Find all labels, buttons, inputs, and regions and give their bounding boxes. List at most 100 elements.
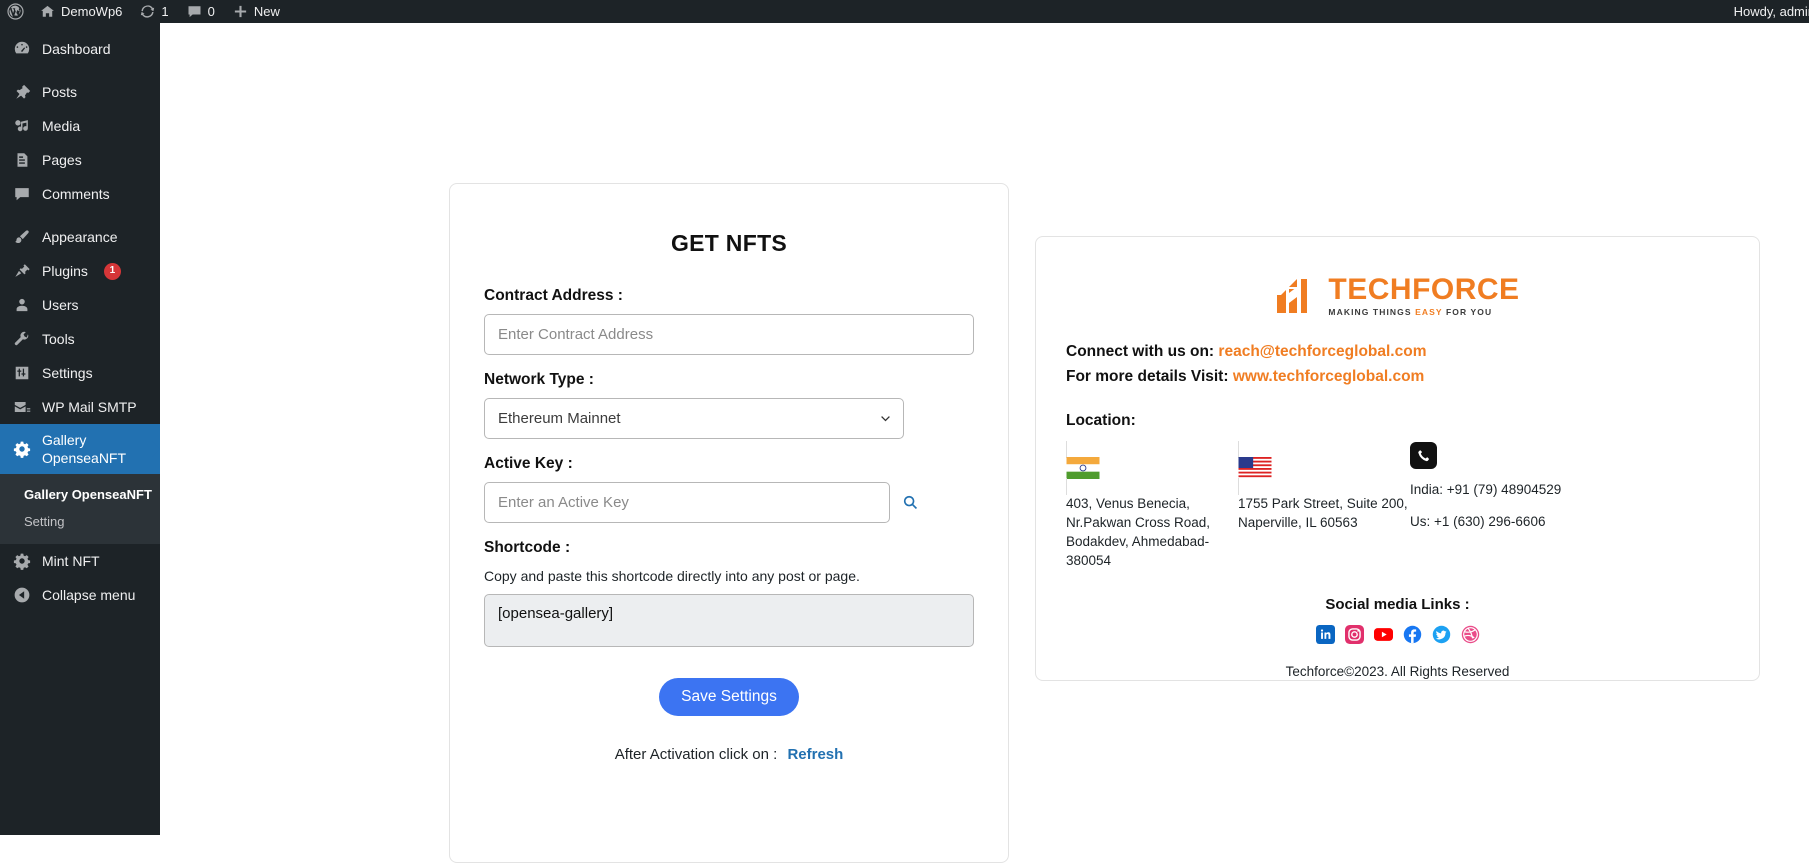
site-name-button[interactable]: DemoWp6	[31, 0, 131, 23]
sidebar-item-tools[interactable]: Tools	[0, 322, 160, 356]
shortcode-hint: Copy and paste this shortcode directly i…	[484, 568, 860, 584]
admin-bar: DemoWp6 1 0 New Howdy, admin	[0, 0, 1809, 23]
menu-spacer-1	[0, 66, 160, 75]
sidebar-item-label: Media	[42, 118, 81, 134]
tagline-part-a: MAKING THINGS	[1328, 307, 1416, 317]
field-gap-1	[484, 355, 974, 371]
sidebar-item-gallery-openseanft[interactable]: Gallery OpenseaNFT	[0, 424, 160, 474]
india-address: 403, Venus Benecia, Nr.Pakwan Cross Road…	[1066, 496, 1211, 568]
sidebar-item-plugins[interactable]: Plugins 1	[0, 254, 160, 288]
sidebar-collapse-menu-button[interactable]: Collapse menu	[0, 578, 160, 612]
linkedin-icon[interactable]	[1315, 625, 1335, 644]
updates-button[interactable]: 1	[131, 0, 177, 23]
gear-icon	[12, 439, 32, 459]
dribbble-icon[interactable]	[1461, 625, 1480, 644]
network-type-label: Network Type :	[484, 371, 594, 388]
visit-website[interactable]: www.techforceglobal.com	[1233, 368, 1425, 385]
save-settings-button[interactable]: Save Settings	[659, 678, 799, 716]
instagram-icon[interactable]	[1344, 625, 1364, 644]
twitter-icon[interactable]	[1432, 625, 1451, 644]
wordpress-logo-button[interactable]	[0, 0, 31, 23]
shortcode-label: Shortcode :	[484, 539, 571, 556]
techforce-logo: TECHFORCE MAKING THINGS EASY FOR YOU	[1066, 275, 1729, 317]
sidebar-item-label: Tools	[42, 331, 75, 347]
location-phones: India: +91 (79) 48904529 Us: +1 (630) 29…	[1410, 442, 1600, 570]
gear-icon	[12, 551, 32, 571]
after-activation-row: After Activation click on : Refresh	[484, 746, 974, 763]
contract-address-label: Contract Address :	[484, 287, 623, 304]
location-india: 403, Venus Benecia, Nr.Pakwan Cross Road…	[1066, 441, 1238, 570]
sidebar-item-wp-mail-smtp[interactable]: WP Mail SMTP	[0, 390, 160, 424]
network-type-value: Ethereum Mainnet	[484, 398, 904, 439]
new-content-label: New	[253, 4, 280, 19]
sidebar-item-label: Users	[42, 297, 79, 313]
contract-address-input[interactable]	[484, 314, 974, 355]
visit-label: For more details Visit:	[1066, 368, 1229, 385]
submenu-item-label: Gallery OpenseaNFT	[24, 487, 152, 502]
submenu-item-setting[interactable]: Setting	[0, 508, 160, 535]
settings-sliders-icon	[12, 363, 32, 383]
plus-icon	[233, 4, 248, 19]
location-title: Location:	[1066, 412, 1136, 429]
us-flag-icon	[1238, 441, 1410, 495]
sidebar-item-users[interactable]: Users	[0, 288, 160, 322]
sidebar-item-label: Comments	[42, 186, 110, 202]
new-content-button[interactable]: New	[224, 0, 289, 23]
shortcode-textarea[interactable]: [opensea-gallery]	[484, 594, 974, 647]
sidebar-item-media[interactable]: Media	[0, 109, 160, 143]
phone-icon	[1410, 442, 1437, 469]
user-icon	[12, 295, 32, 315]
wordpress-logo-icon	[7, 3, 24, 20]
network-type-select[interactable]: Ethereum Mainnet	[484, 398, 904, 439]
location-us: 1755 Park Street, Suite 200, Naperville,…	[1238, 441, 1410, 570]
sidebar-item-label: Mint NFT	[42, 553, 100, 569]
howdy-label: Howdy, admin	[1733, 4, 1809, 19]
phone-india: India: +91 (79) 48904529	[1410, 482, 1562, 497]
active-key-search-button[interactable]	[899, 492, 921, 514]
wrench-icon	[12, 329, 32, 349]
magnifier-icon	[902, 494, 919, 511]
connect-line: Connect with us on: reach@techforcegloba…	[1066, 343, 1729, 361]
get-nfts-form-card: GET NFTS Contract Address : Network Type…	[449, 183, 1009, 863]
envelope-icon	[12, 397, 32, 417]
sidebar-item-label: Gallery OpenseaNFT	[42, 432, 127, 466]
youtube-icon[interactable]	[1373, 625, 1393, 644]
comment-icon	[12, 184, 32, 204]
visit-line: For more details Visit: www.techforceglo…	[1066, 368, 1729, 386]
sidebar-item-posts[interactable]: Posts	[0, 75, 160, 109]
active-key-label: Active Key :	[484, 455, 573, 472]
sidebar-item-dashboard[interactable]: Dashboard	[0, 32, 160, 66]
dashboard-icon	[12, 39, 32, 59]
facebook-icon[interactable]	[1403, 625, 1422, 644]
sidebar-item-settings[interactable]: Settings	[0, 356, 160, 390]
sidebar-item-label: Pages	[42, 152, 82, 168]
india-flag-icon	[1066, 441, 1238, 495]
social-links-row	[1066, 625, 1729, 644]
save-row: Save Settings	[484, 678, 974, 716]
active-key-input[interactable]	[484, 482, 890, 523]
submenu-item-gallery-openseanft[interactable]: Gallery OpenseaNFT	[0, 481, 160, 508]
site-name-label: DemoWp6	[61, 4, 123, 19]
social-links-title: Social media Links :	[1325, 596, 1470, 613]
comments-button[interactable]: 0	[178, 0, 224, 23]
refresh-link[interactable]: Refresh	[787, 746, 843, 763]
sidebar-item-pages[interactable]: Pages	[0, 143, 160, 177]
sidebar-item-mint-nft[interactable]: Mint NFT	[0, 544, 160, 578]
media-icon	[12, 116, 32, 136]
page-title: GET NFTS	[670, 230, 788, 256]
sidebar-item-label: Plugins	[42, 263, 88, 279]
field-gap-2	[484, 439, 974, 455]
active-key-row	[484, 482, 974, 523]
howdy-account-button[interactable]: Howdy, admin	[1725, 0, 1809, 23]
sidebar-item-appearance[interactable]: Appearance	[0, 220, 160, 254]
main-content: GET NFTS Contract Address : Network Type…	[160, 23, 1809, 863]
plugins-update-badge: 1	[103, 262, 121, 280]
sidebar-item-label: Dashboard	[42, 41, 111, 57]
plug-icon	[12, 261, 32, 281]
techforce-tagline: MAKING THINGS EASY FOR YOU	[1328, 307, 1519, 317]
admin-sidebar: Dashboard Posts Media Pages Comments App…	[0, 23, 160, 835]
connect-email[interactable]: reach@techforceglobal.com	[1218, 343, 1426, 360]
sidebar-item-comments[interactable]: Comments	[0, 177, 160, 211]
sidebar-item-label: Settings	[42, 365, 93, 381]
comments-count: 0	[207, 4, 215, 19]
